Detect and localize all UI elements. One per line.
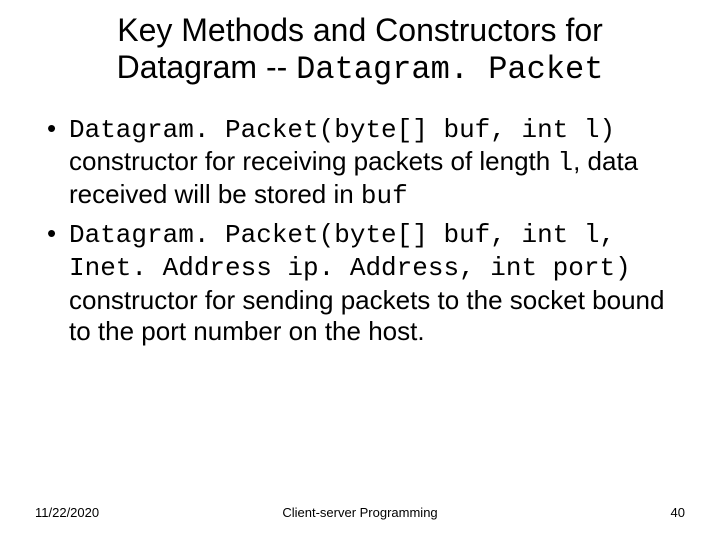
code-signature: Datagram. Packet(byte[] buf, int l) [69,115,615,145]
bullet-list: Datagram. Packet(byte[] buf, int l) cons… [35,113,685,347]
title-line1: Key Methods and Constructors for [117,12,603,48]
title-line2-code: Datagram. Packet [296,51,603,88]
footer: 11/22/2020 Client-server Programming 40 [35,505,685,520]
bullet-text: constructor for receiving packets of len… [69,146,557,176]
list-item: Datagram. Packet(byte[] buf, int l) cons… [53,113,685,213]
code-inline: buf [361,181,408,211]
footer-title: Client-server Programming [282,505,437,520]
code-inline: l [557,148,573,178]
list-item: Datagram. Packet(byte[] buf, int l, Inet… [53,218,685,347]
footer-date: 11/22/2020 [35,505,99,520]
title-line2-prefix: Datagram -- [117,49,297,85]
page-number: 40 [671,505,685,520]
code-signature: Datagram. Packet(byte[] buf, int l, Inet… [69,220,631,283]
bullet-text: constructor for sending packets to the s… [69,285,664,346]
page-title: Key Methods and Constructors for Datagra… [35,12,685,89]
slide-container: Key Methods and Constructors for Datagra… [0,0,720,540]
